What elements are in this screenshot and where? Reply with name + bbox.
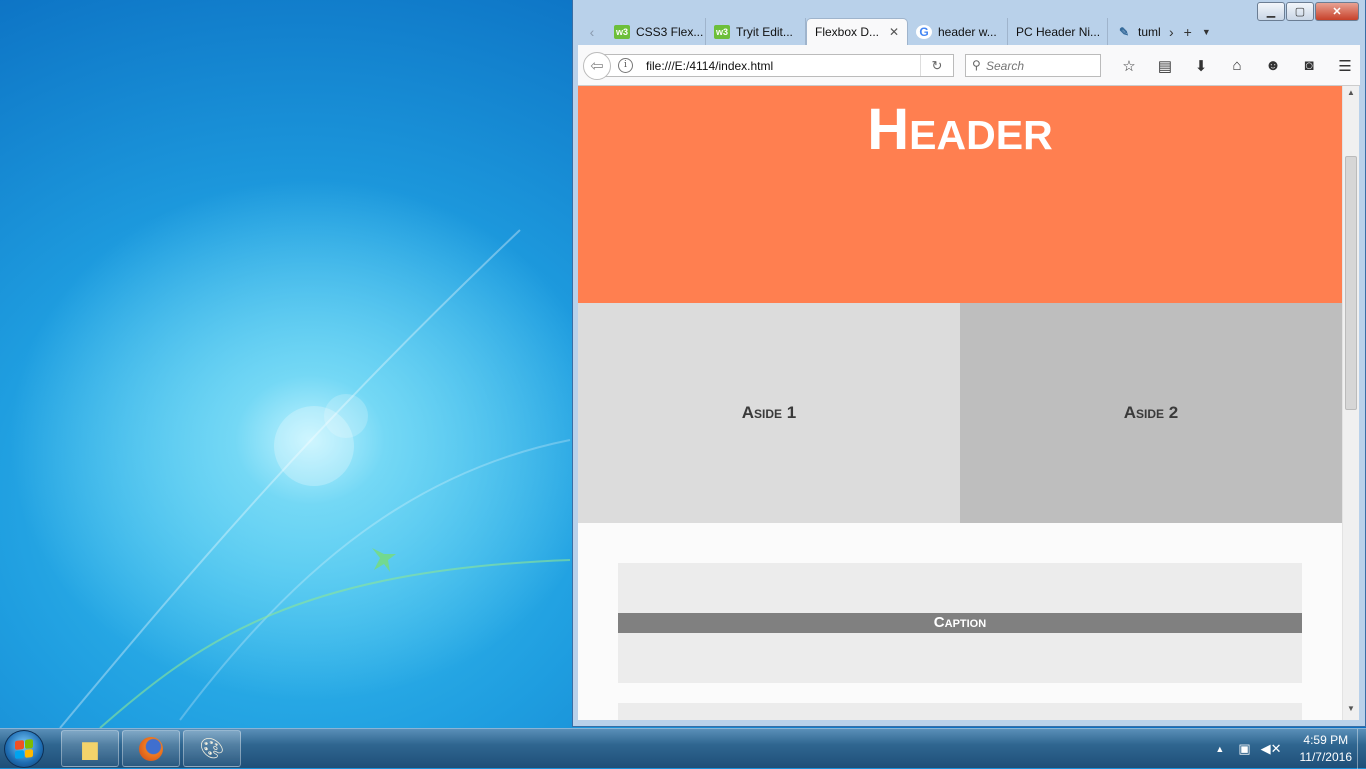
google-icon: G	[916, 24, 932, 39]
tab-header-google[interactable]: G header w...	[908, 18, 1008, 45]
paint-taskbar-button[interactable]: 🎨︎	[183, 730, 241, 767]
figure-box-2	[618, 703, 1302, 720]
tumblr-icon: ✎	[1118, 24, 1130, 39]
tab-tools: › + ▼	[1164, 18, 1216, 45]
explorer-taskbar-button[interactable]: ▆	[61, 730, 119, 767]
downloads-icon[interactable]: ⬇	[1183, 54, 1219, 77]
tab-css3-flex[interactable]: w3 CSS3 Flex...	[606, 18, 706, 45]
taskbar: ▆ 🎨︎ ▲ ▣ ◀✕ 4:59 PM 11/7/2016	[0, 728, 1366, 769]
reading-list-icon[interactable]: ▤	[1147, 54, 1183, 77]
bookmark-star-icon[interactable]: ☆	[1111, 54, 1147, 77]
main-area: Caption	[578, 523, 1342, 720]
clock-time: 4:59 PM	[1303, 733, 1349, 747]
tab-strip: ‹ w3 CSS3 Flex... w3 Tryit Edit... Flexb…	[578, 18, 1360, 45]
new-tab-icon[interactable]: +	[1184, 24, 1192, 40]
aside-2-label: Aside 2	[1123, 403, 1179, 422]
tab-label: tuml	[1138, 24, 1160, 39]
figure-box: Caption	[618, 563, 1302, 683]
clock-date: 11/7/2016	[1299, 750, 1353, 764]
url-bar[interactable]: i file:///E:/4114/index.html ↻	[604, 54, 954, 77]
aside-2: Aside 2	[960, 303, 1342, 523]
search-bar[interactable]: ⚲	[965, 54, 1101, 77]
tab-scroll-right-icon[interactable]: ›	[1169, 24, 1174, 40]
volume-muted-icon[interactable]: ◀✕	[1261, 741, 1282, 757]
firefox-icon	[139, 736, 163, 761]
network-icon[interactable]: ▣	[1238, 741, 1250, 757]
url-text[interactable]: file:///E:/4114/index.html	[646, 59, 773, 73]
w3schools-icon: w3	[714, 24, 730, 39]
firefox-taskbar-button[interactable]	[122, 730, 180, 767]
folder-icon: ▆	[82, 738, 98, 760]
tab-label: CSS3 Flex...	[636, 24, 704, 39]
site-info-icon[interactable]: i	[618, 58, 633, 73]
windows-logo-icon	[15, 739, 33, 759]
tab-scroll-left-icon[interactable]: ‹	[578, 18, 606, 45]
tab-flexbox-active[interactable]: Flexbox D... ✕	[806, 18, 908, 45]
show-desktop-button[interactable]	[1357, 729, 1366, 769]
list-all-tabs-icon[interactable]: ▼	[1202, 27, 1211, 37]
system-tray: ▲ ▣ ◀✕ 4:59 PM 11/7/2016	[1215, 729, 1356, 769]
back-button[interactable]: ⇦	[583, 52, 611, 80]
back-arrow-icon: ⇦	[590, 58, 604, 75]
search-icon: ⚲	[972, 58, 981, 72]
aside-1: Aside 1	[578, 303, 960, 523]
clock[interactable]: 4:59 PM 11/7/2016	[1300, 732, 1353, 766]
pocket-icon[interactable]: ◙	[1291, 54, 1327, 77]
paint-palette-icon: 🎨︎	[199, 738, 225, 760]
aside-1-label: Aside 1	[741, 403, 797, 422]
scrollbar-thumb[interactable]	[1345, 156, 1357, 410]
close-tab-icon[interactable]: ✕	[889, 25, 899, 39]
menu-hamburger-icon[interactable]: ☰	[1327, 54, 1363, 77]
w3schools-icon: w3	[614, 24, 630, 39]
tab-label: Tryit Edit...	[736, 24, 793, 39]
scroll-down-icon[interactable]: ▼	[1343, 704, 1359, 718]
tab-tumblr[interactable]: ✎ tuml	[1108, 18, 1160, 45]
scroll-up-icon[interactable]: ▲	[1343, 88, 1359, 102]
search-input[interactable]	[986, 57, 1094, 74]
figure-caption: Caption	[618, 613, 1302, 633]
home-icon[interactable]: ⌂	[1219, 54, 1255, 77]
show-hidden-icons-icon[interactable]: ▲	[1215, 744, 1224, 754]
tab-pc-header[interactable]: PC Header Ni...	[1008, 18, 1108, 45]
tab-label: PC Header Ni...	[1016, 24, 1101, 39]
tab-tryit-editor[interactable]: w3 Tryit Edit...	[706, 18, 806, 45]
reload-icon[interactable]: ↻	[920, 55, 953, 76]
page-viewport: Header Aside 1 Aside 2 Caption	[578, 86, 1342, 720]
hello-chat-icon[interactable]: ☻	[1255, 54, 1291, 77]
page-header: Header	[578, 86, 1342, 303]
start-button[interactable]	[4, 730, 44, 768]
tab-label: Flexbox D...	[815, 25, 880, 39]
tab-label: header w...	[938, 24, 997, 39]
page-header-title: Header	[867, 97, 1053, 162]
toolbar-icons: ☆ ▤ ⬇ ⌂ ☻ ◙ ☰	[1111, 54, 1363, 77]
navigation-toolbar: i file:///E:/4114/index.html ↻ ⇦ ⚲ ☆ ▤ ⬇…	[578, 45, 1360, 86]
vertical-scrollbar[interactable]: ▲ ▼	[1342, 86, 1359, 720]
firefox-window: ▁ ▢ ✕ ‹ w3 CSS3 Flex... w3 Tryit Edit...…	[572, 0, 1366, 727]
